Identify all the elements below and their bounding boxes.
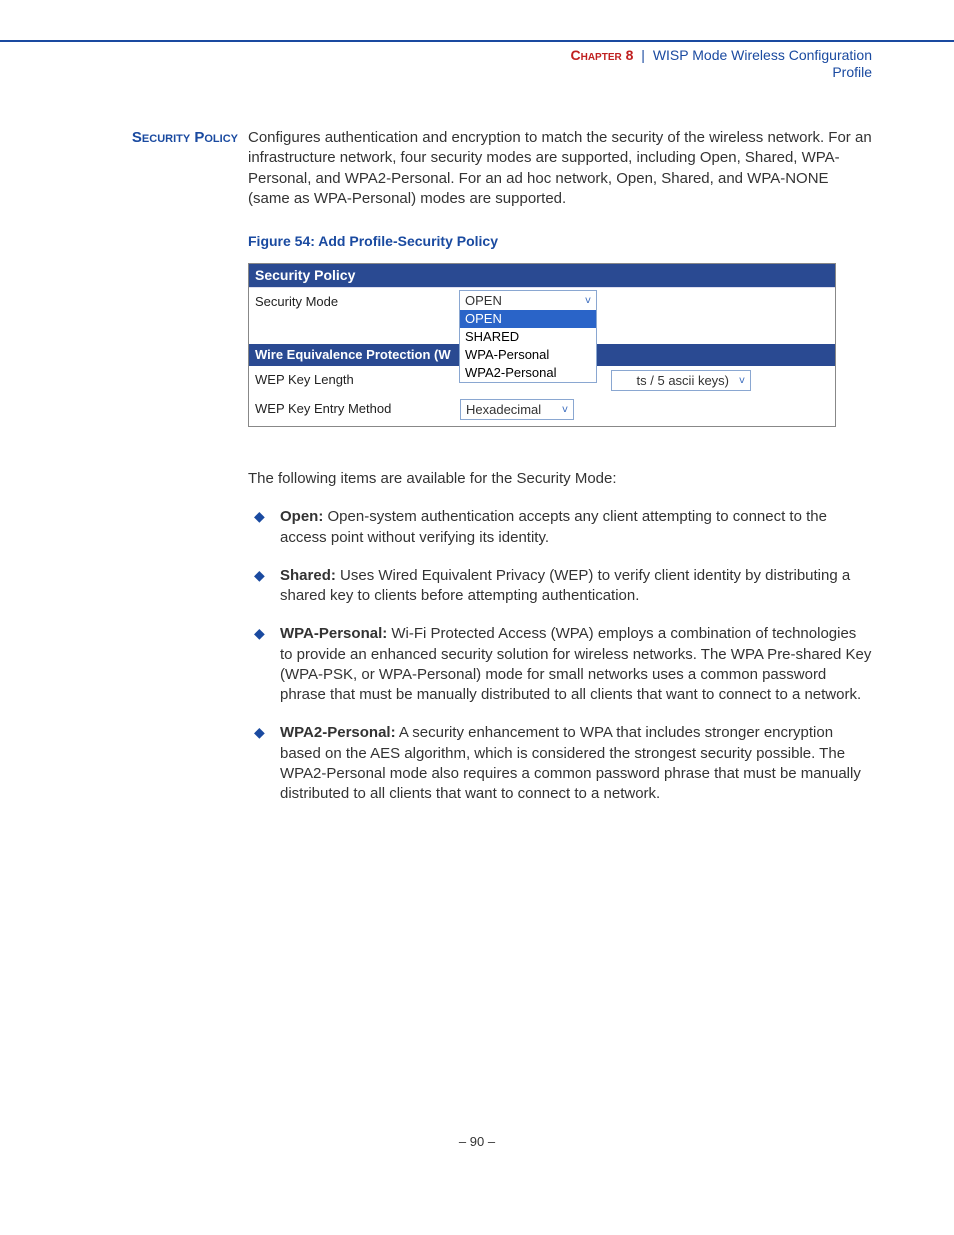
desc-open: Open-system authentication accepts any c… [280,508,827,545]
label-security-mode: Security Mode [249,294,455,309]
desc-shared: Uses Wired Equivalent Privacy (WEP) to v… [280,567,850,604]
chevron-down-icon: ⅴ [557,404,573,415]
option-open[interactable]: OPEN [460,310,596,328]
list-item: Shared: Uses Wired Equivalent Privacy (W… [248,566,872,607]
term-open: Open: [280,508,323,525]
option-wpa-personal[interactable]: WPA-Personal [460,346,596,364]
term-wpa2-personal: WPA2-Personal: [280,724,396,741]
security-mode-value: OPEN [460,293,580,308]
list-item: WPA-Personal: Wi-Fi Protected Access (WP… [248,624,872,705]
panel-title-security-policy: Security Policy [249,264,835,288]
chapter-title: WISP Mode Wireless Configuration [653,47,872,63]
intro-paragraph: Configures authentication and encryption… [248,128,872,209]
figure-screenshot: Security Policy Security Mode OPEN ⅴ OPE… [248,263,836,427]
chevron-down-icon: ⅴ [734,375,750,386]
row-security-mode: Security Mode [249,294,455,309]
mode-list-intro: The following items are available for th… [248,469,872,489]
header-subtitle: Profile [0,64,872,80]
wep-key-entry-value: Hexadecimal [461,402,557,417]
section-heading: Security Policy [82,128,248,209]
term-shared: Shared: [280,567,336,584]
option-wpa2-personal[interactable]: WPA2-Personal [460,364,596,382]
wep-key-length-select[interactable]: ts / 5 ascii keys) ⅴ [611,370,751,391]
figure-caption: Figure 54: Add Profile-Security Policy [248,233,872,249]
wep-key-entry-select[interactable]: Hexadecimal ⅴ [460,399,574,420]
row-wep-key-length: WEP Key Length [249,372,455,387]
header-line1: Chapter 8 | WISP Mode Wireless Configura… [0,47,872,63]
security-mode-selected[interactable]: OPEN ⅴ [460,291,596,310]
chevron-down-icon: ⅴ [580,295,596,306]
list-item: Open: Open-system authentication accepts… [248,507,872,548]
chapter-label: Chapter 8 [571,47,634,63]
row-wep-key-entry: WEP Key Entry Method [249,401,455,416]
label-wep-key-length: WEP Key Length [249,372,455,387]
list-item: WPA2-Personal: A security enhancement to… [248,723,872,804]
security-mode-dropdown[interactable]: OPEN ⅴ OPEN SHARED WPA-Personal WPA2-Per… [460,291,596,382]
wep-key-length-fragment: ts / 5 ascii keys) [612,373,734,388]
label-wep-key-entry: WEP Key Entry Method [249,401,455,416]
page-header: Chapter 8 | WISP Mode Wireless Configura… [0,42,954,80]
page-number: – 90 – [0,1134,954,1179]
header-separator: | [641,47,645,63]
mode-list: Open: Open-system authentication accepts… [248,507,872,804]
term-wpa-personal: WPA-Personal: [280,625,387,642]
option-shared[interactable]: SHARED [460,328,596,346]
panel-body: Security Mode OPEN ⅴ OPEN SHARED WPA-Per… [249,288,835,426]
